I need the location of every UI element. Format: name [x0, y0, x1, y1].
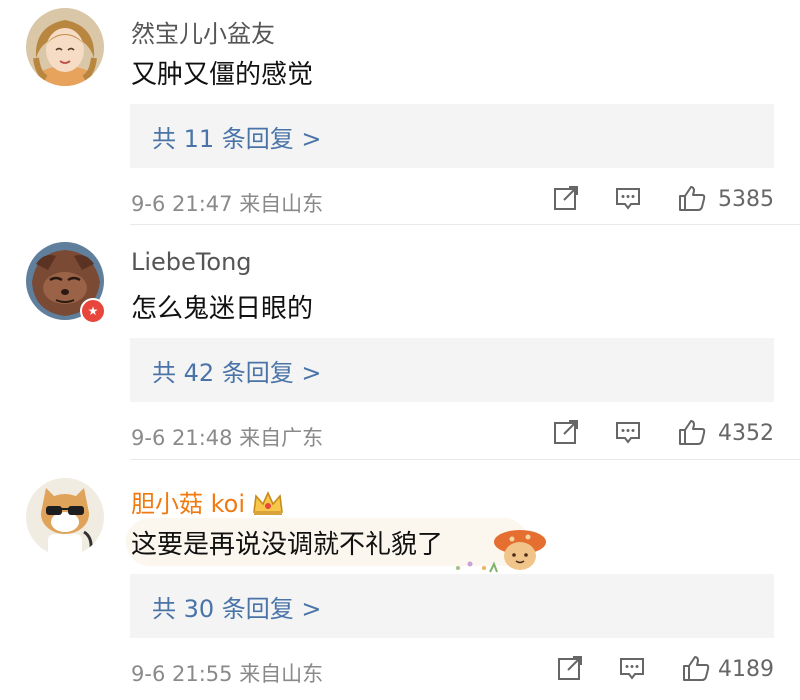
view-replies-button[interactable]: 共 11 条回复 > — [130, 104, 774, 168]
divider — [130, 459, 800, 460]
comment-icon[interactable] — [614, 184, 642, 212]
view-replies-button[interactable]: 共 42 条回复 > — [130, 338, 774, 402]
verified-badge-icon: ★ — [80, 298, 106, 324]
comment-text: 又肿又僵的感觉 — [131, 60, 314, 90]
comment-text: 怎么鬼迷日眼的 — [131, 294, 314, 324]
share-icon[interactable] — [552, 184, 580, 212]
like-icon[interactable] — [677, 418, 706, 446]
action-bar: 4189 — [0, 654, 800, 688]
like-count: 4352 — [718, 421, 774, 446]
bubble-mushroom-sticker-icon — [456, 530, 546, 573]
action-bar: 4352 — [0, 418, 800, 452]
comment-text: 这要是再说没调就不礼貌了 — [131, 530, 444, 560]
username[interactable]: 胆小菇 koi — [131, 484, 285, 519]
comment-icon[interactable] — [618, 654, 646, 682]
share-icon[interactable] — [552, 418, 580, 446]
comment-icon[interactable] — [614, 418, 642, 446]
divider — [130, 224, 800, 225]
avatar[interactable] — [26, 478, 104, 556]
username[interactable]: LiebeTong — [131, 248, 252, 276]
like-icon[interactable] — [677, 184, 706, 212]
like-icon[interactable] — [681, 654, 710, 682]
shiba-dog-avatar-icon — [26, 478, 104, 556]
like-count: 5385 — [718, 187, 774, 212]
vip-crown-icon — [253, 491, 283, 515]
username[interactable]: 然宝儿小盆友 — [131, 14, 275, 49]
view-replies-button[interactable]: 共 30 条回复 > — [130, 574, 774, 638]
share-icon[interactable] — [556, 654, 584, 682]
action-bar: 5385 — [0, 184, 800, 218]
like-count: 4189 — [718, 657, 774, 682]
username-text: 胆小菇 koi — [131, 490, 246, 518]
girl-avatar-icon — [26, 8, 104, 86]
avatar[interactable] — [26, 8, 104, 86]
